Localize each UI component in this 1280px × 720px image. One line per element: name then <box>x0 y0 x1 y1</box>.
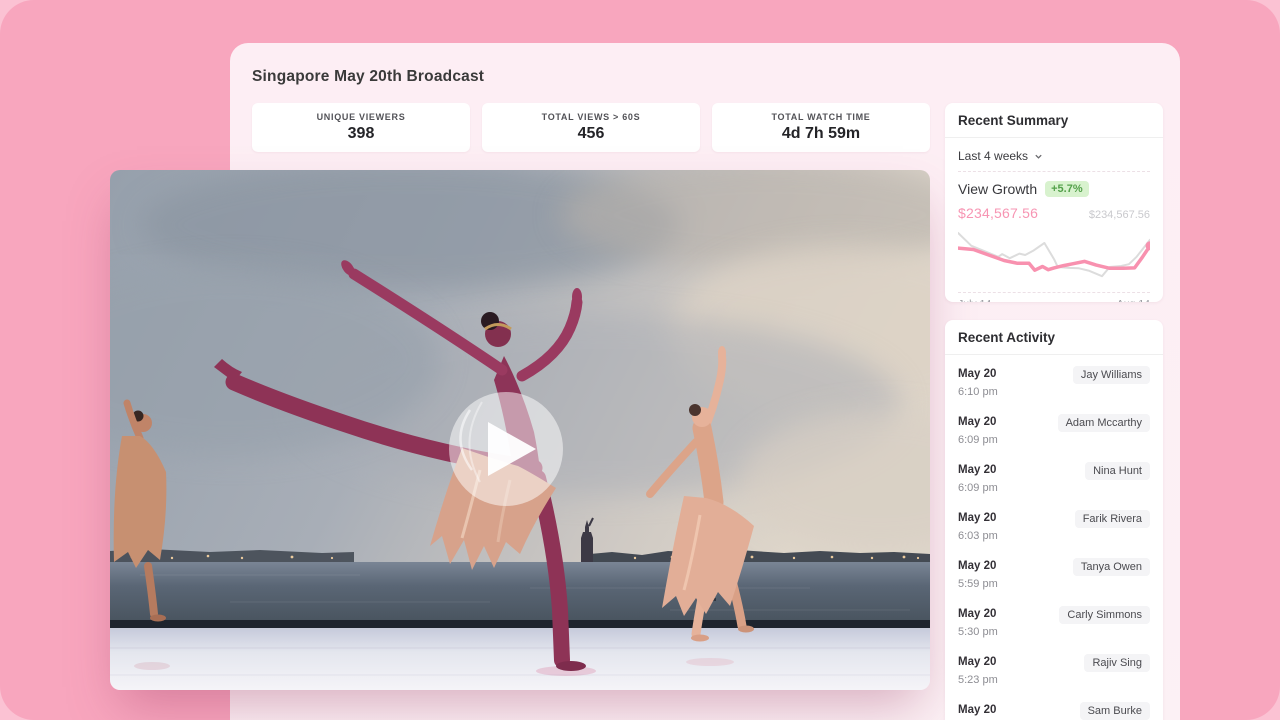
activity-time: 6:10 pm <box>958 386 1150 398</box>
date-range-label: Last 4 weeks <box>958 149 1028 163</box>
chart-end-date: Aug 14 <box>1117 298 1150 302</box>
activity-row: May 20 6:09 pm Adam Mccarthy <box>958 409 1150 457</box>
recent-activity-title: Recent Activity <box>945 320 1163 355</box>
stat-card-unique-viewers: UNIQUE VIEWERS 398 <box>252 103 470 152</box>
activity-row: May 20 5:59 pm Tanya Owen <box>958 553 1150 601</box>
activity-user-chip[interactable]: Tanya Owen <box>1073 558 1150 576</box>
stage-floor <box>110 628 930 690</box>
activity-user-chip[interactable]: Carly Simmons <box>1059 606 1150 624</box>
activity-time: 6:09 pm <box>958 434 1150 446</box>
stat-value: 4d 7h 59m <box>782 125 860 143</box>
video-player[interactable] <box>110 170 930 690</box>
activity-row: May 20 6:03 pm Farik Rivera <box>958 505 1150 553</box>
activity-row: May 20 5:30 pm Carly Simmons <box>958 601 1150 649</box>
growth-sparkline <box>958 227 1150 293</box>
video-thumbnail <box>110 170 930 690</box>
activity-time: 6:03 pm <box>958 530 1150 542</box>
activity-user-chip[interactable]: Rajiv Sing <box>1084 654 1150 672</box>
activity-row: May 20 6:10 pm Jay Williams <box>958 361 1150 409</box>
activity-user-chip[interactable]: Farik Rivera <box>1075 510 1150 528</box>
stat-value: 456 <box>578 125 605 143</box>
stat-label: TOTAL VIEWS > 60S <box>542 112 641 122</box>
activity-time: 5:59 pm <box>958 578 1150 590</box>
activity-time: 6:09 pm <box>958 482 1150 494</box>
page-title: Singapore May 20th Broadcast <box>252 68 484 86</box>
recent-activity-card: Recent Activity May 20 6:10 pm Jay Willi… <box>945 320 1163 720</box>
date-range-dropdown[interactable]: Last 4 weeks <box>958 146 1150 172</box>
chevron-down-icon <box>1034 152 1043 161</box>
activity-user-chip[interactable]: Nina Hunt <box>1085 462 1150 480</box>
previous-value: $234,567.56 <box>1089 209 1150 221</box>
recent-summary-card: Recent Summary Last 4 weeks View Growth … <box>945 103 1163 302</box>
activity-time: 5:30 pm <box>958 626 1150 638</box>
growth-badge: +5.7% <box>1045 181 1089 197</box>
stat-card-total-views: TOTAL VIEWS > 60S 456 <box>482 103 700 152</box>
current-value: $234,567.56 <box>958 205 1038 221</box>
water <box>110 562 930 622</box>
recent-summary-title: Recent Summary <box>945 103 1163 138</box>
stat-card-watch-time: TOTAL WATCH TIME 4d 7h 59m <box>712 103 930 152</box>
activity-row: May 20 6:09 pm Nina Hunt <box>958 457 1150 505</box>
activity-user-chip[interactable]: Adam Mccarthy <box>1058 414 1150 432</box>
activity-row: May 20 5:23 pm Rajiv Sing <box>958 649 1150 697</box>
stat-label: TOTAL WATCH TIME <box>771 112 870 122</box>
activity-user-chip[interactable]: Sam Burke <box>1080 702 1150 720</box>
stat-value: 398 <box>348 125 375 143</box>
activity-list: May 20 6:10 pm Jay Williams May 20 6:09 … <box>945 355 1163 720</box>
play-button[interactable] <box>449 392 563 506</box>
stats-row: UNIQUE VIEWERS 398 TOTAL VIEWS > 60S 456… <box>252 103 930 152</box>
activity-row: May 20 Sam Burke <box>958 697 1150 720</box>
chart-start-date: July 14 <box>958 298 991 302</box>
stat-label: UNIQUE VIEWERS <box>317 112 406 122</box>
growth-metric-label: View Growth <box>958 181 1037 197</box>
activity-time: 5:23 pm <box>958 674 1150 686</box>
activity-user-chip[interactable]: Jay Williams <box>1073 366 1150 384</box>
stage-edge <box>110 620 930 628</box>
